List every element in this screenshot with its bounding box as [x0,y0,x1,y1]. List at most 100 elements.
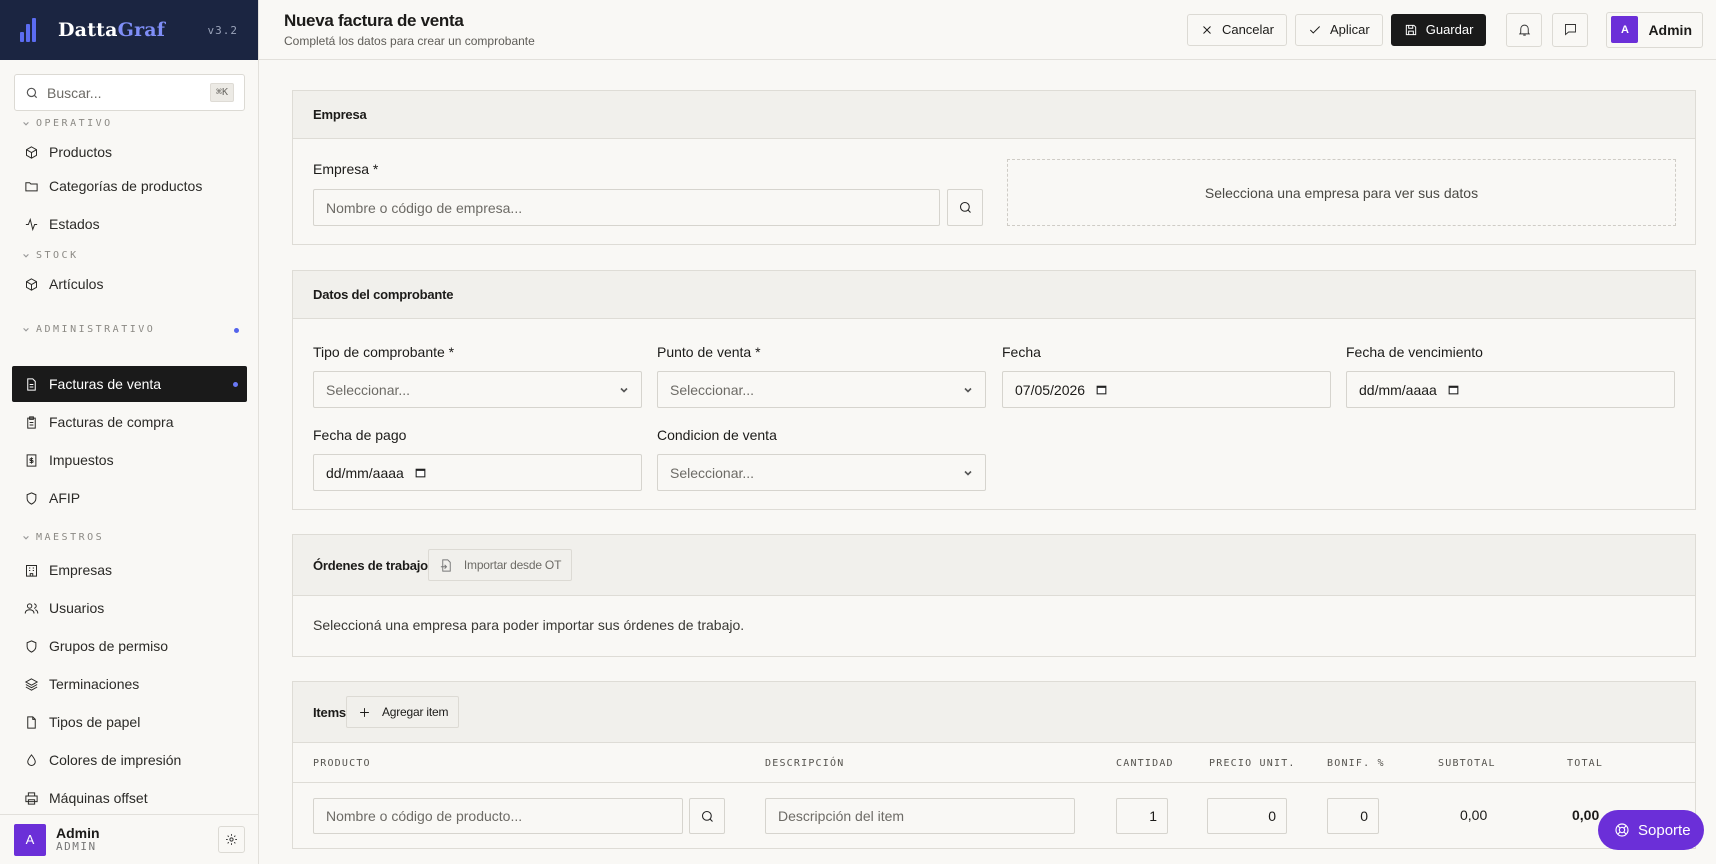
bell-icon [1518,24,1531,36]
sidebar-item-facturas-compra[interactable]: Facturas de compra [12,404,247,440]
empresa-input[interactable]: Nombre o código de empresa... [313,189,940,226]
search-icon [26,87,38,98]
product-input[interactable]: Nombre o código de producto... [313,798,683,834]
sidebar-item-colores-impresion[interactable]: Colores de impresión [12,742,247,778]
file-icon [27,377,36,391]
select-value: Seleccionar... [326,381,411,398]
empresa-panel: Empresa Empresa * Nombre o código de emp… [292,90,1696,245]
chevron-down-icon [23,327,29,332]
cancel-label: Cancelar [1221,22,1274,37]
brand-name-part: Datta [58,19,118,41]
sidebar-item-terminaciones[interactable]: Terminaciones [12,666,247,702]
nav-section-operativo[interactable]: OPERATIVO [22,118,113,129]
fecha-pago-input[interactable]: dd/mm/aaaa [313,454,642,491]
sidebar-item-label: Facturas de compra [49,414,174,430]
lifebuoy-icon [1615,823,1629,837]
page-header: Nueva factura de venta Completá los dato… [259,0,1716,60]
layers-icon [24,677,39,691]
product-search-button[interactable] [689,798,725,834]
condicion-venta-label: Condicion de venta [657,427,777,443]
sidebar-item-tipos-papel[interactable]: Tipos de papel [12,704,247,740]
date-value: 07/05/2026 [1015,381,1086,398]
sidebar-item-facturas-venta[interactable]: Facturas de venta [12,366,247,402]
precio-input[interactable]: 0 [1207,798,1287,834]
import-ot-label: Importar desde OT [463,558,562,572]
sidebar-item-impuestos[interactable]: Impuestos [12,442,247,478]
empresa-placeholder: Nombre o código de empresa... [326,199,523,216]
punto-venta-select[interactable]: Seleccionar... [657,371,986,408]
date-value: dd/mm/aaaa [326,464,404,481]
cancel-button[interactable]: Cancelar [1186,13,1287,46]
page-title: Nueva factura de venta [284,11,464,30]
empresa-label: Empresa * [313,161,379,177]
product-placeholder: Nombre o código de producto... [326,808,523,824]
user-menu-button[interactable]: A Admin [1606,11,1703,48]
page-subtitle: Completá los datos para crear un comprob… [284,34,535,48]
search-shortcut: ⌘K [209,83,234,102]
nav-section-administrativo[interactable]: ADMINISTRATIVO [22,324,242,335]
check-icon [1309,25,1321,34]
tipo-comprobante-select[interactable]: Seleccionar... [313,371,642,408]
sidebar-search[interactable]: ⌘K [14,74,245,111]
brand-name[interactable]: DattaGraf [58,19,165,41]
save-button[interactable]: Guardar [1390,13,1487,46]
sidebar-item-productos[interactable]: Productos [12,134,247,170]
chevron-down-icon [23,535,29,540]
fecha-vencimiento-input[interactable]: dd/mm/aaaa [1346,371,1675,408]
receipt-icon [26,453,37,467]
sidebar-item-grupos-permiso[interactable]: Grupos de permiso [12,628,247,664]
section-indicator-dot [234,328,239,333]
sidebar-item-afip[interactable]: AFIP [12,480,247,516]
support-button[interactable]: Soporte [1598,810,1704,850]
calendar-icon[interactable] [1447,383,1460,396]
app-version: v3.2 [207,23,238,37]
settings-button[interactable] [218,826,245,853]
box-icon [26,277,37,291]
description-input[interactable]: Descripción del item [765,798,1075,834]
droplet-icon [27,753,36,766]
user-role: ADMIN [56,840,97,854]
bonif-input[interactable]: 0 [1327,798,1379,834]
nav-section-label: OPERATIVO [36,118,113,129]
search-input[interactable] [47,84,202,101]
total-value: 0,00 [1572,807,1600,823]
clipboard-icon [27,415,36,429]
nav-section-maestros[interactable]: MAESTROS [22,532,104,543]
column-header-producto: PRODUCTO [313,757,371,769]
notifications-button[interactable] [1506,12,1543,47]
add-item-button[interactable]: Agregar item [345,696,460,728]
sidebar-item-usuarios[interactable]: Usuarios [12,590,247,626]
nav-section-stock[interactable]: STOCK [22,250,79,261]
printer-icon [25,791,38,805]
sidebar-item-label: Empresas [49,562,113,578]
punto-venta-label: Punto de venta * [657,344,761,360]
cantidad-input[interactable]: 1 [1116,798,1168,834]
messages-button[interactable] [1552,12,1589,47]
condicion-venta-select[interactable]: Seleccionar... [657,454,986,491]
building-icon [26,564,37,577]
support-label: Soporte [1638,821,1691,839]
import-ot-button[interactable]: Importar desde OT [427,549,573,581]
calendar-icon[interactable] [414,466,427,479]
user-name: Admin [56,825,100,842]
chevron-down-icon [964,387,972,393]
sidebar-item-label: Categorías de productos [49,178,203,194]
save-icon [1405,24,1416,35]
shield-icon [26,491,37,505]
sidebar-item-maquinas-offset[interactable]: Máquinas offset [12,780,247,816]
empresa-search-button[interactable] [947,189,983,226]
sidebar-item-categorias[interactable]: Categorías de productos [12,168,247,204]
panel-title: Órdenes de trabajo [313,557,428,573]
user-info: Admin ADMIN [56,825,100,854]
sidebar-item-empresas[interactable]: Empresas [12,552,247,588]
fecha-input[interactable]: 07/05/2026 [1002,371,1331,408]
avatar[interactable]: A [14,823,46,856]
brand-name-accent: Graf [117,19,166,41]
ordenes-panel: Órdenes de trabajo Importar desde OT Sel… [292,534,1696,657]
active-indicator-dot [233,381,238,387]
apply-button[interactable]: Aplicar [1294,13,1383,46]
select-value: Seleccionar... [670,381,755,398]
calendar-icon[interactable] [1095,383,1108,396]
sidebar-item-estados[interactable]: Estados [12,206,247,242]
sidebar-item-articulos[interactable]: Artículos [12,266,247,302]
